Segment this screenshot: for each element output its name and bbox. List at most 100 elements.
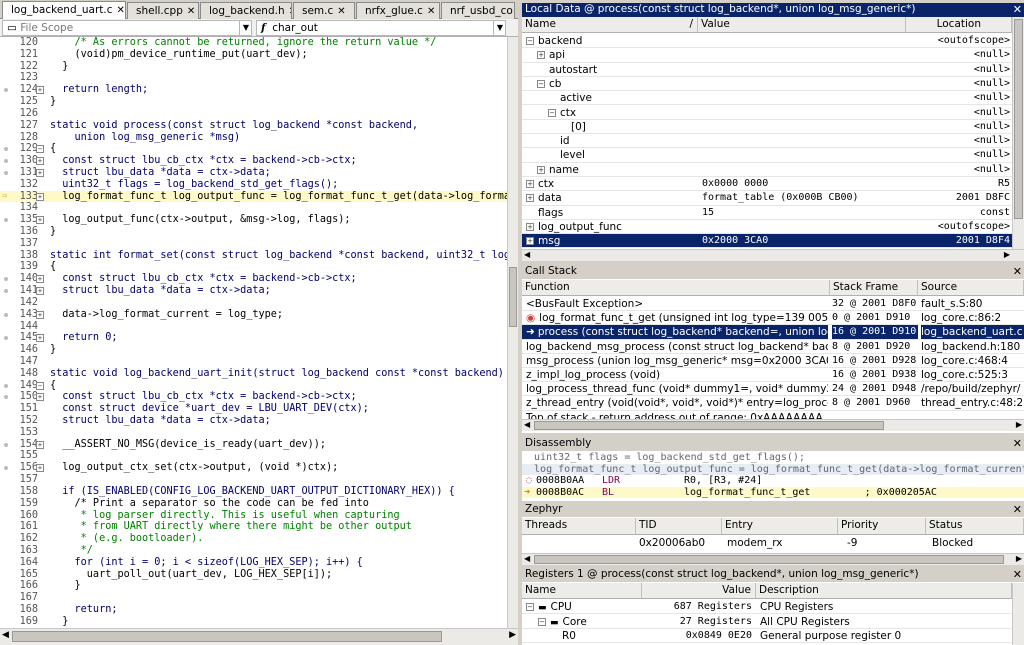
- close-icon[interactable]: ✕: [1013, 503, 1022, 516]
- code-line[interactable]: 137: [0, 238, 507, 250]
- disassembly-view[interactable]: uint32_t flags = log_backend_std_get_fla…: [522, 452, 1024, 498]
- code-line[interactable]: 153: [0, 427, 507, 439]
- collapse-icon[interactable]: −: [526, 37, 534, 45]
- code-line[interactable]: 120 /* As errors cannot be returned, ign…: [0, 37, 507, 49]
- code-line[interactable]: 149−{: [0, 380, 507, 392]
- code-line[interactable]: ⇨ 133 + log_format_func_t log_output_func …: [0, 190, 507, 203]
- close-icon[interactable]: ✕: [289, 6, 291, 17]
- scroll-right-icon[interactable]: ▶: [509, 630, 516, 640]
- code-line[interactable]: 151 const struct device *uart_dev = LBU_…: [0, 403, 507, 415]
- expand-icon[interactable]: +: [36, 192, 44, 201]
- col-header-description[interactable]: Description: [756, 583, 1012, 599]
- code-line[interactable]: 169 }: [0, 616, 507, 628]
- call-stack-row[interactable]: log_process_thread_func (void* dummy1=, …: [522, 382, 1024, 397]
- expand-icon[interactable]: +: [36, 157, 44, 166]
- code-line[interactable]: 142: [0, 297, 507, 309]
- scroll-thumb[interactable]: [12, 631, 442, 642]
- expand-icon[interactable]: +: [36, 440, 44, 449]
- code-line[interactable]: 134: [0, 202, 507, 214]
- tab-nrfx-glue[interactable]: nrfx_glue.c ✕: [356, 2, 440, 19]
- zephyr-horizontal-scrollbar[interactable]: ◀ ▶: [522, 553, 1024, 565]
- collapse-icon[interactable]: −: [548, 108, 556, 117]
- code-line[interactable]: 145 + return 0;: [0, 332, 507, 344]
- code-line[interactable]: 165 uart_poll_out(uart_dev, LOG_HEX_SEP[…: [0, 569, 507, 581]
- local-variable-row[interactable]: − ctx <null>: [522, 106, 1012, 120]
- code-line[interactable]: 159 /* Print a separator so the code can…: [0, 498, 507, 510]
- code-line[interactable]: 139 {: [0, 261, 507, 273]
- code-line[interactable]: 168 return;: [0, 604, 507, 616]
- function-scope-select[interactable]: f char_out: [256, 20, 506, 36]
- call-stack-row[interactable]: ◉ log_format_func_t_get (unsigned int log…: [522, 311, 1024, 326]
- code-line[interactable]: 162 * (e.g. bootloader).: [0, 533, 507, 545]
- code-line[interactable]: 164 for (int i = 0; i < sizeof(LOG_HEX_S…: [0, 557, 507, 569]
- call-stack-row[interactable]: z_thread_entry (void(void*, void*, void*…: [522, 396, 1024, 411]
- frame-source[interactable]: log_core.c:525:3: [921, 368, 1024, 382]
- expand-icon[interactable]: +: [36, 216, 44, 225]
- code-line[interactable]: 152 struct lbu_data *data = ctx->data;: [0, 415, 507, 427]
- code-line[interactable]: 128 union log_msg_generic *msg): [0, 132, 507, 144]
- expand-icon[interactable]: +: [36, 168, 44, 177]
- tab-log-backend-h[interactable]: log_backend.h ✕: [200, 2, 292, 19]
- code-line[interactable]: 136}: [0, 226, 507, 238]
- expand-icon[interactable]: +: [537, 165, 545, 174]
- locals-tree[interactable]: − backend <outofscope> + api <null> autostart <…: [522, 34, 1012, 249]
- frame-source[interactable]: log_core.c:468:4: [921, 354, 1024, 368]
- scroll-left-icon[interactable]: ◀: [524, 250, 530, 259]
- code-line[interactable]: 125}: [0, 96, 507, 108]
- scroll-thumb[interactable]: [1014, 19, 1023, 219]
- chevron-down-icon[interactable]: ▼: [239, 20, 252, 36]
- code-line[interactable]: 124 + return length;: [0, 84, 507, 96]
- locals-horizontal-scrollbar[interactable]: ◀ ▶: [522, 249, 1024, 261]
- code-editor[interactable]: 120 /* As errors cannot be returned, ign…: [0, 37, 507, 628]
- scroll-right-icon[interactable]: ▶: [1016, 554, 1022, 563]
- scroll-left-icon[interactable]: ◀: [2, 630, 9, 640]
- collapse-icon[interactable]: −: [537, 79, 545, 88]
- instruction-row[interactable]: ◌ 0008B0AA LDR R0, [R3, #24]: [522, 475, 1024, 487]
- code-line[interactable]: 167: [0, 592, 507, 604]
- scroll-thumb[interactable]: [509, 267, 517, 327]
- expand-icon[interactable]: +: [526, 237, 534, 246]
- editor-horizontal-scrollbar[interactable]: ◀ ▶: [0, 628, 518, 645]
- code-line[interactable]: 154 + __ASSERT_NO_MSG(device_is_ready(uar…: [0, 439, 507, 451]
- col-header-function[interactable]: Function: [522, 280, 830, 296]
- file-scope-select[interactable]: ▭ File Scope: [2, 20, 252, 36]
- code-line[interactable]: 127 static void process(const struct log_…: [0, 120, 507, 132]
- close-icon[interactable]: ✕: [1013, 265, 1022, 278]
- breakpoint-icon[interactable]: ◌: [526, 475, 532, 487]
- call-stack-row[interactable]: msg_process (union log_msg_generic* msg=…: [522, 354, 1024, 369]
- expand-icon[interactable]: +: [36, 393, 44, 402]
- code-line[interactable]: 147: [0, 356, 507, 368]
- collapse-icon[interactable]: −: [36, 381, 44, 390]
- call-stack-row[interactable]: log_backend_msg_process (const struct lo…: [522, 340, 1024, 354]
- close-icon[interactable]: ✕: [337, 6, 345, 17]
- frame-source[interactable]: log_core.c:86:2: [921, 311, 1024, 325]
- code-line[interactable]: 126: [0, 108, 507, 120]
- frame-source[interactable]: log_backend.h:180: [921, 340, 1024, 354]
- local-variable-row[interactable]: level <null>: [522, 148, 1012, 163]
- scroll-right-icon[interactable]: ▶: [1004, 250, 1010, 259]
- local-variable-row[interactable]: − backend <outofscope>: [522, 34, 1012, 49]
- scroll-thumb[interactable]: [534, 421, 884, 430]
- thread-row[interactable]: 0x20006ab0 modem_rx -9 Blocked: [522, 536, 1024, 552]
- editor-vertical-scrollbar[interactable]: [507, 37, 518, 628]
- local-variable-row[interactable]: − cb <null>: [522, 77, 1012, 92]
- code-line[interactable]: 130 + const struct lbu_cb_ctx *ctx = back…: [0, 155, 507, 167]
- collapse-icon[interactable]: −: [526, 603, 534, 611]
- chevron-down-icon[interactable]: ▼: [493, 20, 506, 36]
- code-line[interactable]: 122 }: [0, 61, 507, 73]
- close-icon[interactable]: ✕: [1013, 437, 1022, 450]
- collapse-icon[interactable]: −: [36, 145, 44, 154]
- expand-icon[interactable]: +: [36, 287, 44, 296]
- scroll-thumb[interactable]: [534, 555, 1004, 564]
- expand-icon[interactable]: +: [36, 464, 44, 473]
- col-header-name[interactable]: Name /: [522, 17, 698, 33]
- expand-icon[interactable]: +: [36, 275, 44, 284]
- code-line[interactable]: 123: [0, 72, 507, 84]
- expand-icon[interactable]: +: [537, 51, 545, 60]
- code-line[interactable]: 132 uint32_t flags = log_backend_std_get…: [0, 179, 507, 191]
- tab-nrf-usbd[interactable]: nrf_usbd_co: [441, 2, 515, 19]
- tab-log-backend-uart[interactable]: log_backend_uart.c ✕: [2, 1, 126, 20]
- close-icon[interactable]: ✕: [187, 6, 195, 17]
- close-icon[interactable]: ✕: [1013, 3, 1022, 16]
- local-variable-row[interactable]: id <null>: [522, 134, 1012, 149]
